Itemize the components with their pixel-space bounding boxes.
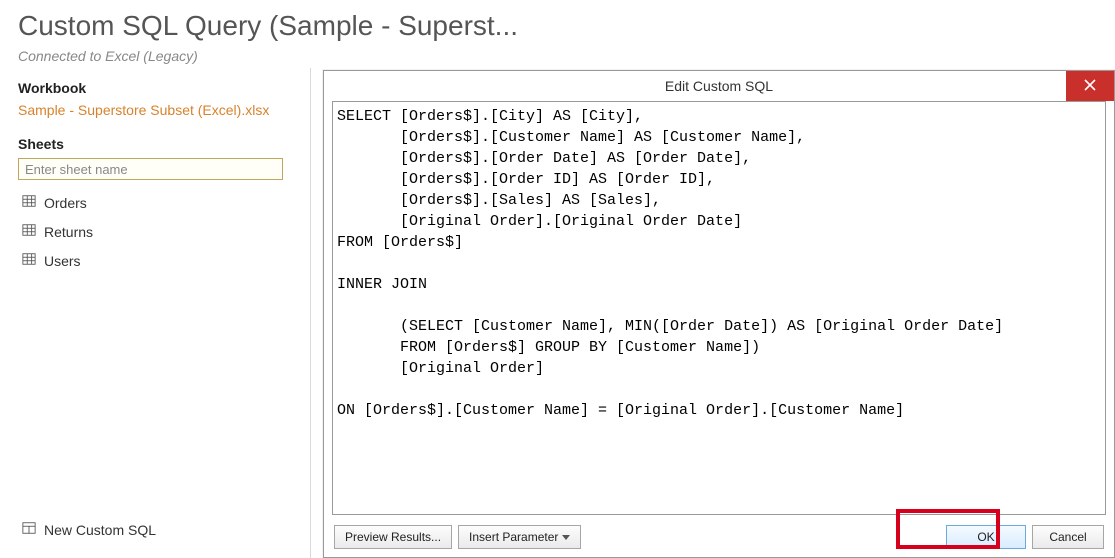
sql-icon xyxy=(22,521,36,538)
table-icon xyxy=(22,252,36,269)
insert-parameter-button[interactable]: Insert Parameter xyxy=(458,525,581,549)
dialog-close-button[interactable] xyxy=(1066,71,1114,101)
sql-editor[interactable] xyxy=(332,101,1106,515)
close-icon xyxy=(1084,78,1096,94)
page-title: Custom SQL Query (Sample - Superst... xyxy=(18,10,1097,42)
sheets-label: Sheets xyxy=(18,136,292,152)
new-custom-sql-label: New Custom SQL xyxy=(44,522,156,538)
chevron-down-icon xyxy=(562,535,570,540)
left-panel: Workbook Sample - Superstore Subset (Exc… xyxy=(0,68,310,558)
sheet-item-returns[interactable]: Returns xyxy=(18,217,292,246)
workbook-name[interactable]: Sample - Superstore Subset (Excel).xlsx xyxy=(18,102,292,118)
edit-custom-sql-dialog: Edit Custom SQL Preview Results... Inser… xyxy=(323,70,1115,558)
new-custom-sql-button[interactable]: New Custom SQL xyxy=(18,517,292,548)
table-icon xyxy=(22,194,36,211)
workbook-label: Workbook xyxy=(18,80,292,96)
sheet-item-label: Users xyxy=(44,253,81,269)
preview-results-button[interactable]: Preview Results... xyxy=(334,525,452,549)
sheet-item-label: Returns xyxy=(44,224,93,240)
sheet-item-label: Orders xyxy=(44,195,87,211)
preview-results-label: Preview Results... xyxy=(345,530,441,544)
dialog-title: Edit Custom SQL xyxy=(665,78,773,94)
table-icon xyxy=(22,223,36,240)
sheet-name-input[interactable] xyxy=(18,158,283,180)
sheet-item-users[interactable]: Users xyxy=(18,246,292,275)
ok-label: OK xyxy=(977,530,994,544)
cancel-button[interactable]: Cancel xyxy=(1032,525,1104,549)
ok-button[interactable]: OK xyxy=(946,525,1026,549)
sheet-item-orders[interactable]: Orders xyxy=(18,188,292,217)
cancel-label: Cancel xyxy=(1049,530,1086,544)
insert-parameter-label: Insert Parameter xyxy=(469,530,558,544)
connection-subtitle: Connected to Excel (Legacy) xyxy=(18,48,1097,64)
